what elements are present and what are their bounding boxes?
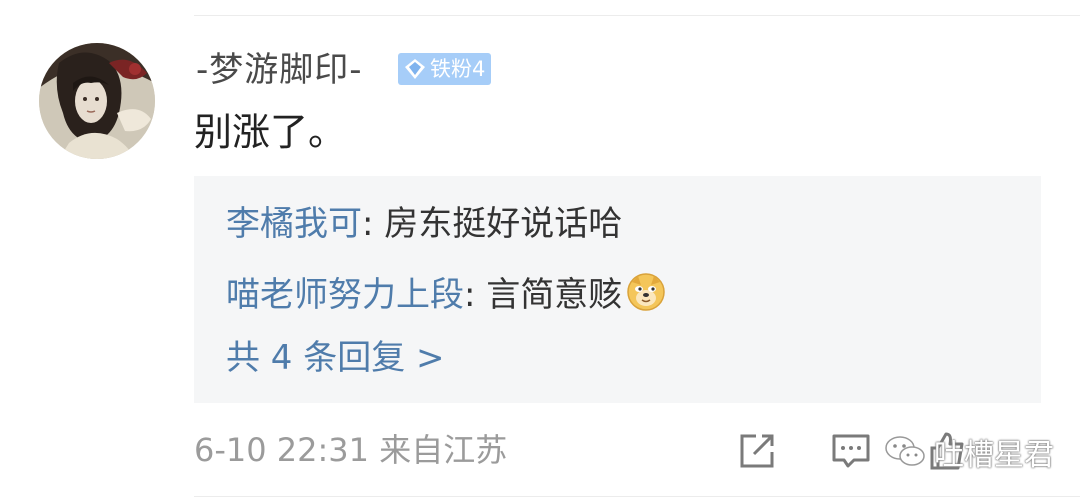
avatar-image bbox=[39, 43, 155, 159]
reply-separator: : bbox=[464, 275, 487, 315]
reply-item[interactable]: 李橘我可: 房东挺好说话哈 bbox=[226, 202, 622, 246]
reply-text: 言简意赅 bbox=[486, 275, 623, 315]
top-divider bbox=[194, 15, 1080, 16]
diamond-icon bbox=[405, 59, 425, 79]
wechat-icon bbox=[885, 436, 925, 466]
more-replies-link[interactable]: 共 4 条回复 > bbox=[226, 336, 445, 380]
fan-badge[interactable]: 铁粉4 bbox=[398, 53, 491, 85]
replies-box[interactable]: 李橘我可: 房东挺好说话哈 喵老师努力上段: 言简意赅 共 4 条回复 > bbox=[194, 176, 1041, 403]
comment-text: 别涨了。 bbox=[194, 110, 347, 154]
fan-badge-label: 铁粉4 bbox=[430, 57, 486, 81]
timestamp: 6-10 22:31 来自江苏 bbox=[194, 431, 508, 469]
weibo-comment-page: -梦游脚印- 铁粉4 别涨了。 李橘我可: 房东挺好说话哈 喵老师努力上段: 言… bbox=[0, 0, 1080, 499]
reply-author[interactable]: 李橘我可 bbox=[226, 204, 362, 244]
share-icon[interactable] bbox=[736, 430, 778, 472]
avatar[interactable] bbox=[39, 43, 155, 159]
username[interactable]: -梦游脚印- bbox=[196, 48, 363, 92]
wechat-watermark: 吐槽星君 bbox=[884, 428, 1054, 476]
reply-author[interactable]: 喵老师努力上段 bbox=[226, 275, 464, 315]
reply-text: 房东挺好说话哈 bbox=[384, 204, 623, 244]
reply-item[interactable]: 喵老师努力上段: 言简意赅 bbox=[226, 272, 666, 317]
bottom-divider bbox=[194, 496, 1080, 497]
reply-separator: : bbox=[362, 204, 385, 244]
comment-icon[interactable] bbox=[830, 430, 872, 472]
watermark-text: 吐槽星君 bbox=[934, 438, 1054, 473]
doge-emoji-icon bbox=[627, 273, 666, 311]
